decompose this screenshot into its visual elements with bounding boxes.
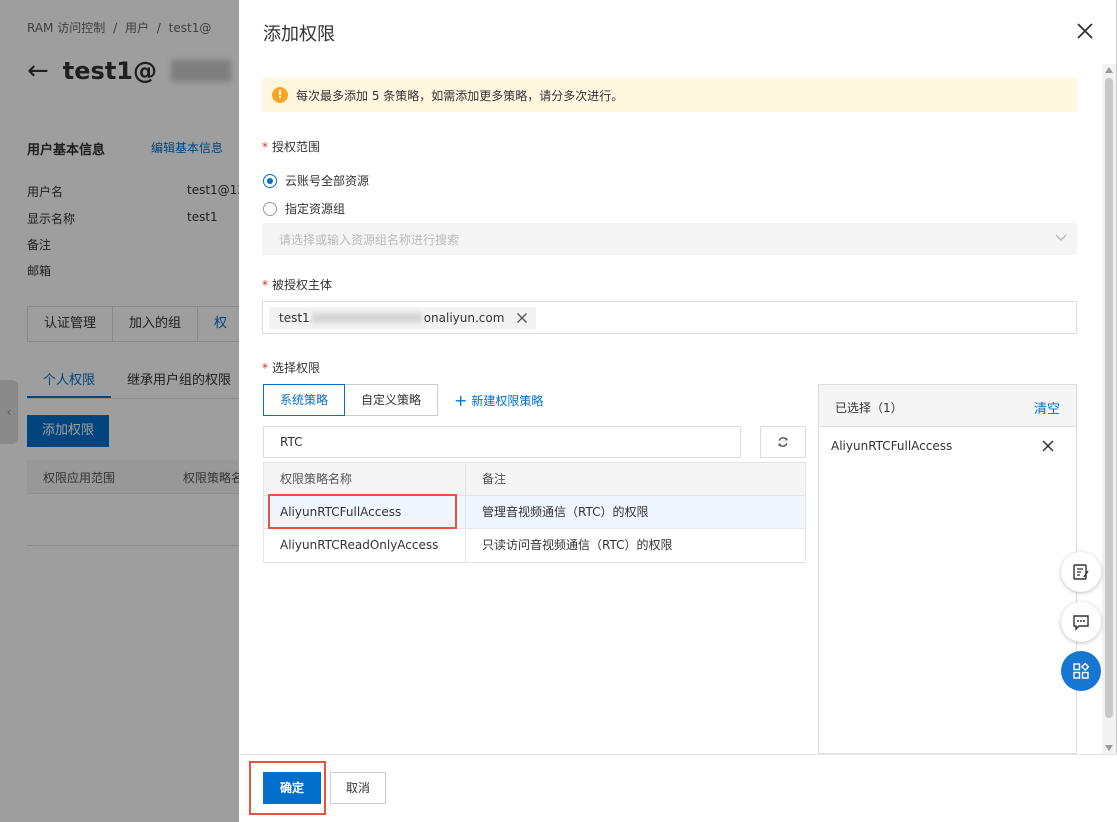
required-mark: *: [262, 278, 268, 292]
plus-icon: +: [454, 390, 468, 410]
resource-group-select[interactable]: 请选择或输入资源组名称进行搜索: [262, 223, 1077, 255]
new-policy-link[interactable]: + 新建权限策略: [454, 392, 543, 409]
required-mark: *: [262, 140, 268, 154]
refresh-button[interactable]: [760, 426, 806, 458]
close-icon[interactable]: [1074, 20, 1096, 42]
selected-panel-header: 已选择（1） 清空: [819, 385, 1076, 427]
warning-icon: !: [272, 87, 288, 103]
selected-item: AliyunRTCFullAccess: [831, 439, 953, 453]
notice-text: 每次最多添加 5 条策略，如需添加更多策略，请分多次进行。: [296, 88, 624, 103]
table-header-row: 权限策略名称 备注: [264, 463, 805, 496]
add-permission-drawer: 添加权限 ! 每次最多添加 5 条策略，如需添加更多策略，请分多次进行。 * 授权…: [239, 0, 1117, 822]
chat-icon: [1073, 615, 1089, 631]
chat-button[interactable]: [1061, 602, 1101, 642]
drawer-title: 添加权限: [263, 24, 335, 45]
tag-prefix: test1: [279, 310, 310, 325]
policy-name[interactable]: AliyunRTCReadOnlyAccess: [264, 529, 466, 562]
resource-group-placeholder: 请选择或输入资源组名称进行搜索: [279, 232, 460, 247]
scrollbar-thumb[interactable]: [1105, 78, 1113, 718]
radio-all-resources[interactable]: 云账号全部资源: [263, 172, 369, 189]
policy-note: 管理音视频通信（RTC）的权限: [482, 505, 649, 519]
scroll-up-icon[interactable]: [1105, 67, 1113, 73]
scrollbar[interactable]: [1102, 64, 1116, 754]
selected-title: 已选择（1）: [835, 401, 903, 415]
redacted-block: [311, 312, 422, 323]
policy-note: 只读访问音视频通信（RTC）的权限: [482, 538, 673, 552]
column-header: 备注: [482, 472, 507, 486]
feedback-button[interactable]: [1061, 552, 1101, 592]
radio-label: 云账号全部资源: [285, 174, 370, 188]
chevron-down-icon: [1055, 234, 1067, 241]
drawer-footer: 确定 取消: [239, 754, 1117, 822]
drawer-header: 添加权限: [239, 0, 1116, 64]
principal-input[interactable]: test1 onaliyun.com: [262, 301, 1077, 334]
radio-unchecked-icon[interactable]: [263, 201, 277, 216]
tab-custom-policy[interactable]: 自定义策略: [344, 384, 439, 416]
clear-button[interactable]: 清空: [1034, 398, 1060, 417]
policy-label: * 选择权限: [262, 361, 321, 375]
remove-tag-icon[interactable]: [516, 312, 528, 324]
radio-resource-group[interactable]: 指定资源组: [263, 200, 345, 217]
scope-label: * 授权范围: [262, 140, 321, 154]
radio-checked-icon[interactable]: [263, 173, 277, 188]
apps-grid-icon: [1073, 662, 1090, 679]
apps-button[interactable]: [1061, 651, 1101, 691]
principal-label: * 被授权主体: [262, 278, 333, 292]
highlight-box: [268, 494, 457, 529]
principal-tag: test1 onaliyun.com: [269, 306, 537, 329]
column-header: 权限策略名称: [264, 463, 466, 495]
cancel-button[interactable]: 取消: [330, 772, 386, 804]
edit-doc-icon: [1073, 564, 1089, 580]
policy-search-input[interactable]: RTC: [263, 426, 741, 458]
scroll-down-icon[interactable]: [1105, 745, 1113, 751]
required-mark: *: [262, 361, 268, 375]
refresh-icon: [778, 437, 788, 447]
tab-system-policy[interactable]: 系统策略: [263, 384, 346, 416]
radio-label: 指定资源组: [285, 202, 346, 216]
tag-suffix: onaliyun.com: [423, 310, 505, 325]
remove-selected-icon[interactable]: [1042, 440, 1054, 452]
highlight-box: [249, 761, 326, 815]
policy-tabs: 系统策略 自定义策略: [263, 384, 439, 416]
table-row[interactable]: AliyunRTCReadOnlyAccess 只读访问音视频通信（RTC）的权…: [264, 529, 805, 562]
notice-banner: ! 每次最多添加 5 条策略，如需添加更多策略，请分多次进行。: [262, 78, 1077, 112]
selected-panel: 已选择（1） 清空 AliyunRTCFullAccess: [818, 384, 1077, 754]
